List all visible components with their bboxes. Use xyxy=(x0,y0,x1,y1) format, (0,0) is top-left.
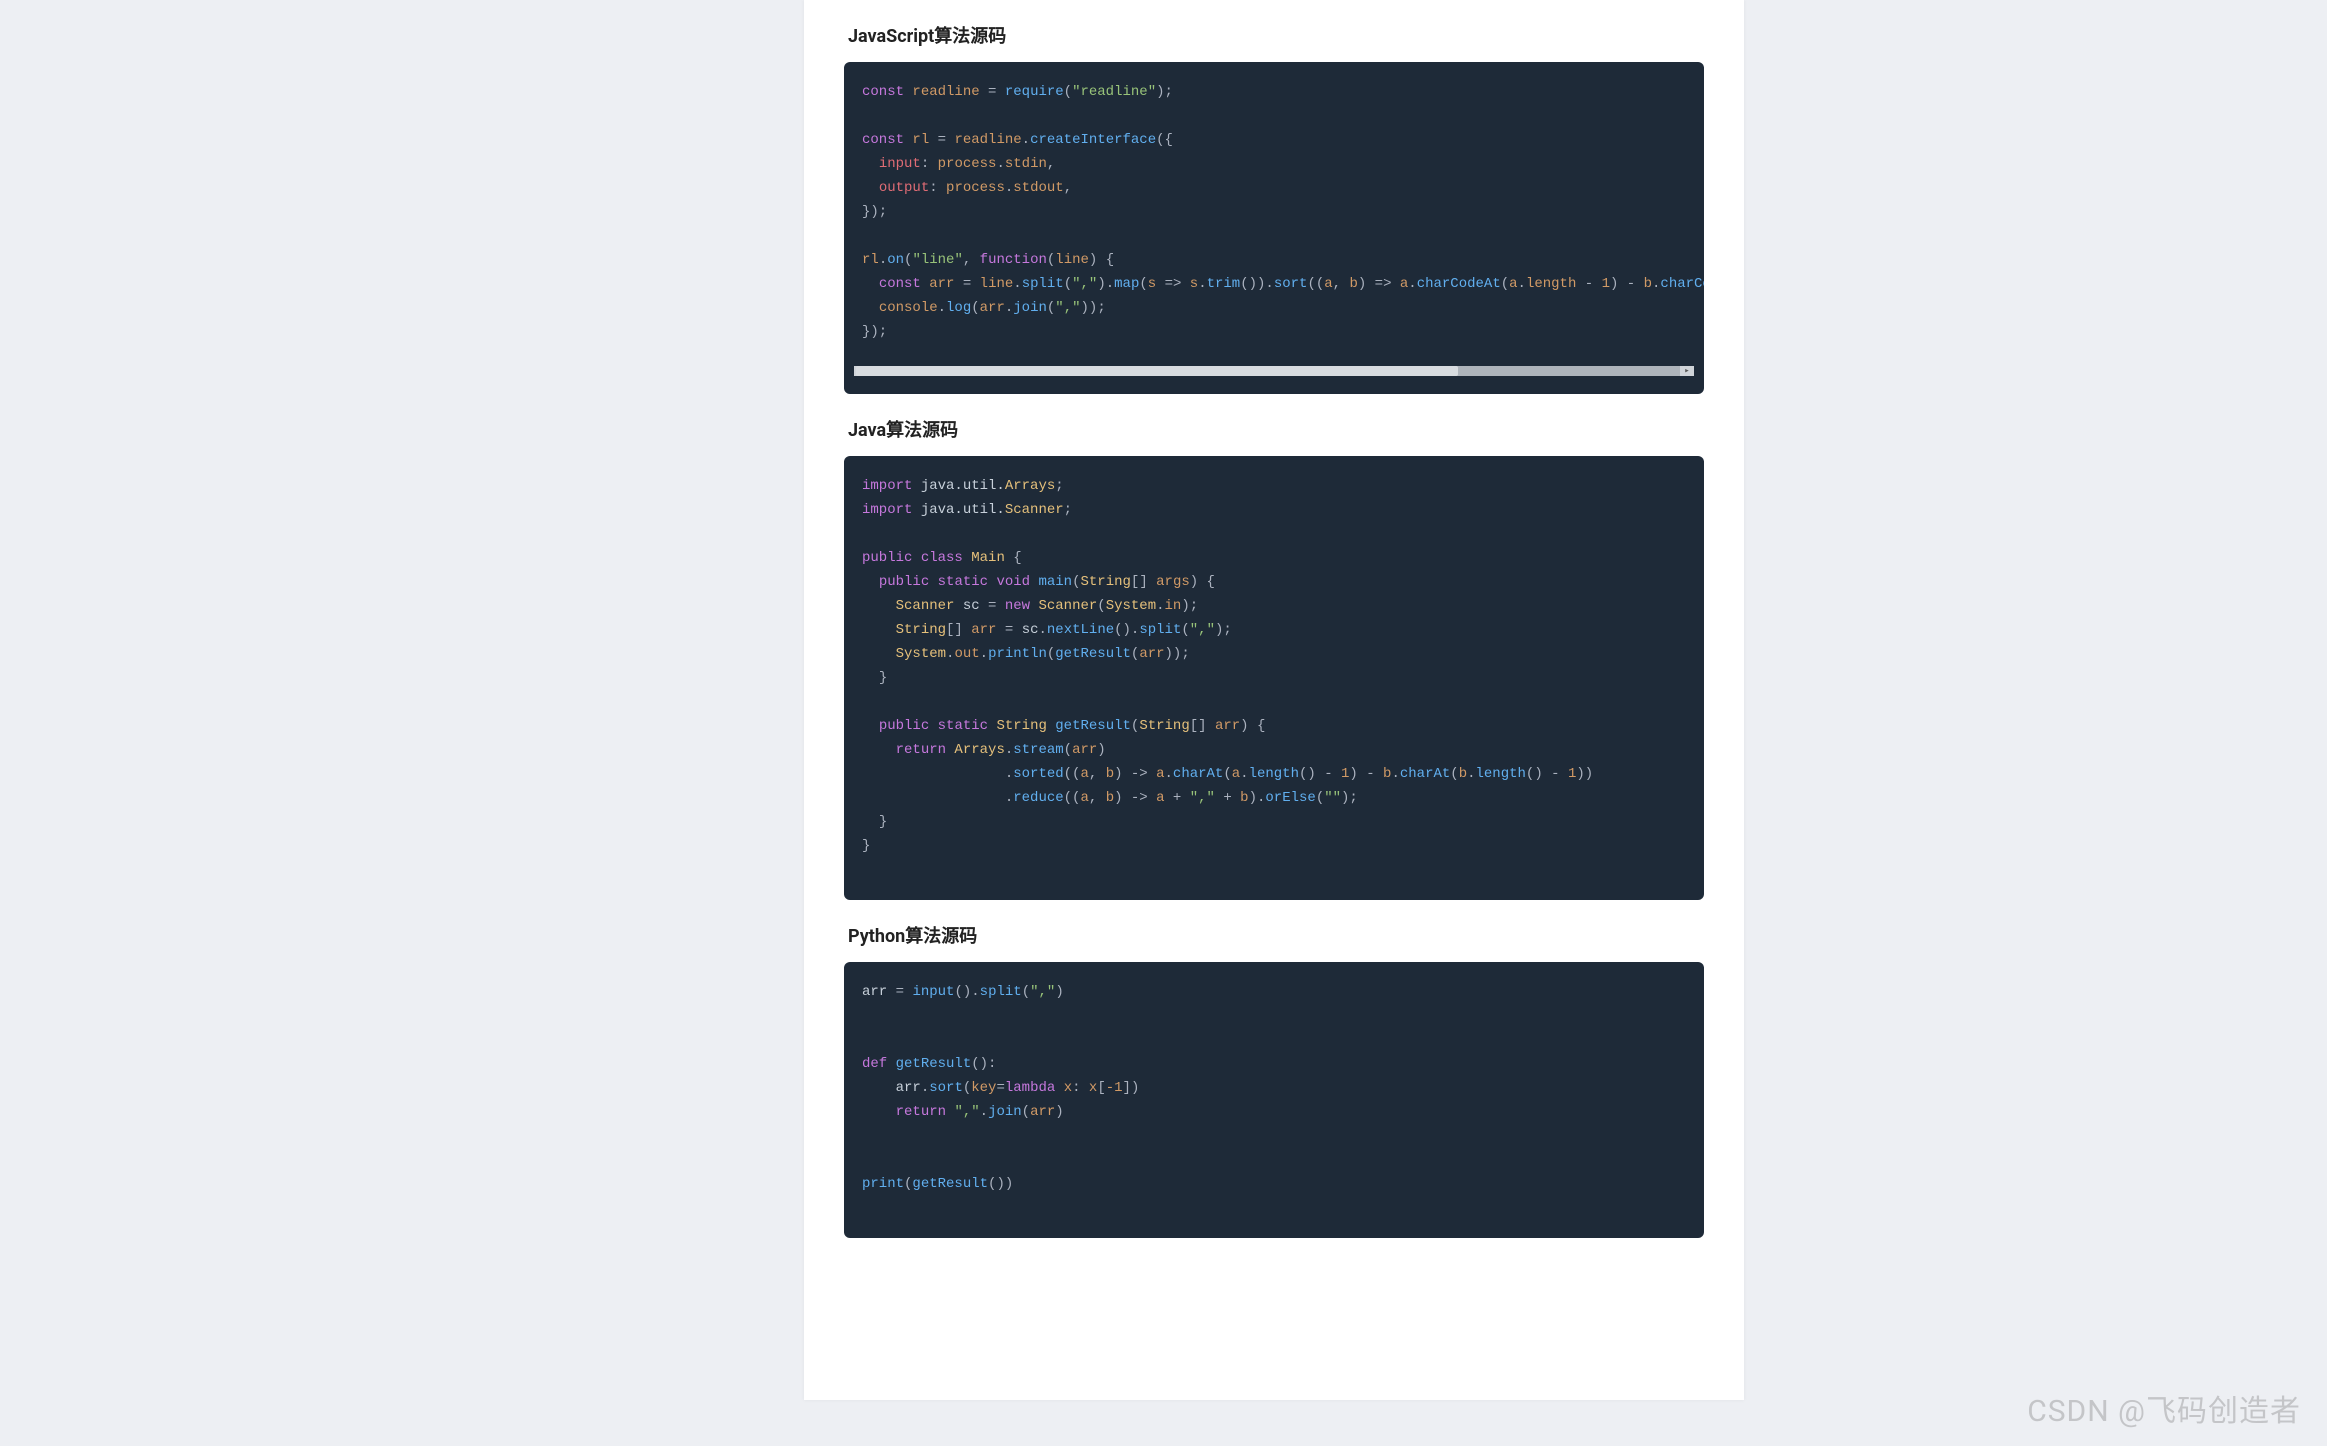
code-js: const readline = require("readline"); co… xyxy=(844,80,1704,352)
code-python: arr = input().split(",") def getResult()… xyxy=(844,980,1704,1220)
section-heading-java: Java算法源码 xyxy=(844,416,1704,442)
code-block-js[interactable]: const readline = require("readline"); co… xyxy=(844,62,1704,394)
code-block-java[interactable]: import java.util.Arrays; import java.uti… xyxy=(844,456,1704,900)
scroll-thumb[interactable] xyxy=(856,366,1458,376)
code-java: import java.util.Arrays; import java.uti… xyxy=(844,474,1704,882)
page-root: JavaScript算法源码 const readline = require(… xyxy=(0,0,2327,1446)
watermark-text: CSDN @飞码创造者 xyxy=(2027,1386,2301,1430)
article-content: JavaScript算法源码 const readline = require(… xyxy=(804,22,1744,1278)
code-block-python[interactable]: arr = input().split(",") def getResult()… xyxy=(844,962,1704,1238)
section-heading-js: JavaScript算法源码 xyxy=(844,22,1704,48)
section-heading-python: Python算法源码 xyxy=(844,922,1704,948)
horizontal-scrollbar[interactable]: ◂ ▸ xyxy=(856,366,1692,376)
article-sheet: JavaScript算法源码 const readline = require(… xyxy=(804,0,1744,1400)
scroll-right-arrow[interactable]: ▸ xyxy=(1680,366,1694,376)
